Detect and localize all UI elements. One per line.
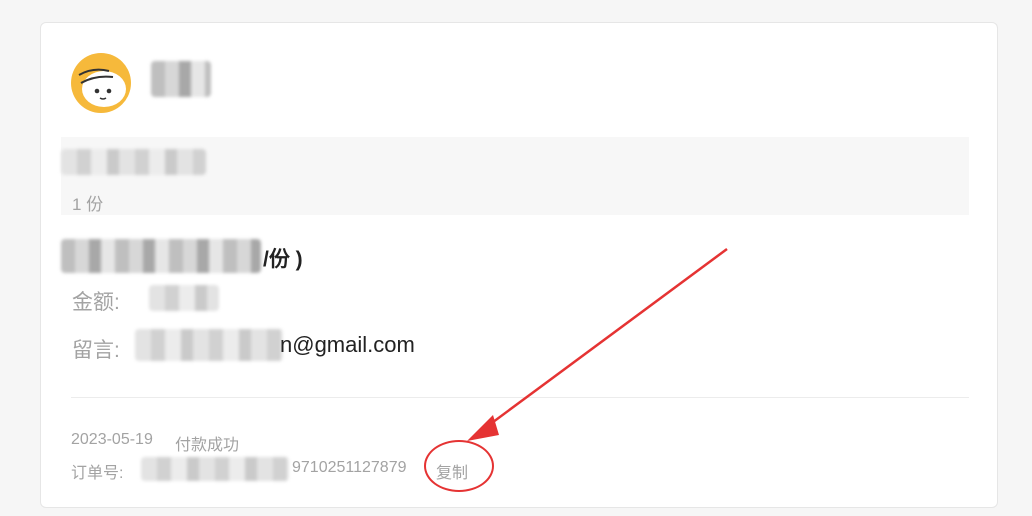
price-unit: /份 ) bbox=[263, 248, 303, 271]
annotation-circle bbox=[424, 440, 494, 492]
message-label: 留言: bbox=[72, 339, 120, 362]
message-value: n@gmail.com bbox=[280, 332, 415, 357]
divider bbox=[71, 397, 969, 398]
product-quantity: 1 份 bbox=[72, 195, 104, 214]
message-value-redacted bbox=[135, 329, 283, 361]
product-name-redacted bbox=[61, 149, 206, 175]
shop-avatar[interactable] bbox=[71, 53, 131, 113]
cartoon-face-icon bbox=[78, 68, 126, 107]
product-info-box[interactable]: 1 份 bbox=[61, 137, 969, 215]
order-date: 2023-05-19 bbox=[71, 431, 153, 448]
order-number-redacted bbox=[141, 457, 289, 481]
payment-status: 付款成功 bbox=[175, 437, 240, 454]
amount-label: 金额: bbox=[72, 291, 120, 314]
shop-name-redacted bbox=[151, 61, 211, 97]
order-card: 1 份 /份 ) 金额: 留言: n@gmail.com 2023-05-19 … bbox=[40, 22, 998, 508]
price-redacted bbox=[61, 239, 261, 273]
amount-value-redacted bbox=[149, 285, 219, 311]
order-number-value: 9710251127879 bbox=[292, 459, 407, 476]
order-number-label: 订单号: bbox=[71, 465, 124, 482]
